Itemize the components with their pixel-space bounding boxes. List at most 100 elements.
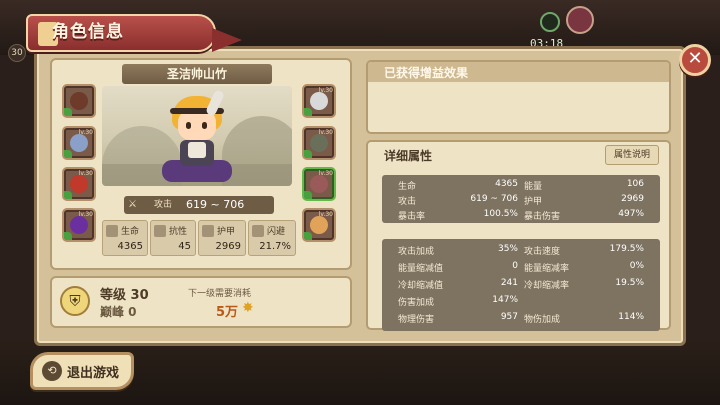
next-level-cost-label: 下一级需要消耗 bbox=[188, 289, 252, 299]
equip-rarity-marker bbox=[304, 191, 312, 199]
attribute-explain-button[interactable]: 属性说明 bbox=[605, 145, 659, 165]
attr-row: 能量缩减值 0 能量缩减率 0% bbox=[382, 260, 660, 274]
attr-value: 35% bbox=[497, 244, 518, 254]
equipment-icon bbox=[310, 134, 328, 152]
attr-value: 619 ~ 706 bbox=[470, 194, 518, 204]
attr-label: 护甲 bbox=[524, 197, 543, 207]
attr-label: 攻击 bbox=[398, 197, 417, 207]
attr-value: 4365 bbox=[495, 179, 518, 189]
exit-icon: ⟲ bbox=[42, 361, 62, 381]
attr-value: 497% bbox=[618, 209, 644, 219]
equip-slot-helmet[interactable] bbox=[62, 84, 96, 118]
equip-rarity-marker bbox=[64, 150, 72, 158]
equip-level: lv.30 bbox=[318, 211, 333, 218]
attr-row: 物理伤害 957 物伤加成 114% bbox=[382, 311, 660, 325]
equip-slot-armor[interactable]: lv.30 bbox=[62, 126, 96, 160]
equip-level: lv.30 bbox=[78, 129, 93, 136]
stat-resist: 抗性 45 bbox=[150, 220, 196, 256]
attr-label: 能量缩减率 bbox=[524, 264, 570, 274]
attr-value: 241 bbox=[500, 278, 518, 288]
exit-game-label: 退出游戏 bbox=[67, 366, 120, 381]
attributes-title: 详细属性 bbox=[384, 149, 433, 163]
attr-label: 冷却缩减率 bbox=[524, 281, 570, 291]
sword-icon: ⚔ bbox=[128, 199, 137, 210]
page-title: 角色信息 bbox=[52, 22, 124, 42]
attr-value: 147% bbox=[492, 295, 518, 305]
stat-label: 闪避 bbox=[267, 227, 286, 237]
star-icon: ✸ bbox=[242, 300, 254, 316]
attributes-advanced-block: 攻击加成 35% 攻击速度 179.5% 能量缩减值 0 能量缩减率 0% 冷却… bbox=[382, 239, 660, 331]
attr-value: 0 bbox=[512, 261, 518, 271]
hero-eye bbox=[186, 122, 191, 129]
equip-level: lv.30 bbox=[78, 211, 93, 218]
equipment-icon bbox=[310, 92, 328, 110]
dodge-icon bbox=[252, 225, 264, 237]
stat-label: 抗性 bbox=[169, 227, 188, 237]
attack-label: 攻击 bbox=[154, 200, 173, 210]
attack-value: 619 ~ 706 bbox=[186, 198, 245, 211]
equip-rarity-marker bbox=[64, 191, 72, 199]
level-panel bbox=[50, 276, 352, 328]
stat-value: 45 bbox=[178, 241, 191, 252]
equipment-icon bbox=[310, 216, 328, 234]
rank-label: 巅峰 0 bbox=[100, 305, 137, 319]
level-label: 等级 30 bbox=[100, 288, 149, 303]
hud-status-icon bbox=[540, 12, 560, 32]
stat-value: 21.7% bbox=[259, 241, 291, 252]
attr-label: 物理伤害 bbox=[398, 315, 435, 325]
stat-value: 2969 bbox=[215, 241, 241, 252]
attr-row: 攻击加成 35% 攻击速度 179.5% bbox=[382, 243, 660, 257]
attr-row: 生命 4365 能量 106 bbox=[382, 178, 660, 192]
attr-value: 957 bbox=[500, 312, 518, 322]
equip-slot-ring[interactable]: lv.30 bbox=[302, 167, 336, 201]
equip-slot-boots[interactable]: lv.30 bbox=[62, 208, 96, 242]
attr-label: 暴击伤害 bbox=[524, 212, 561, 222]
attr-value: 2969 bbox=[621, 194, 644, 204]
equipment-icon bbox=[70, 134, 88, 152]
attr-row: 伤害加成 147% bbox=[382, 294, 660, 308]
equipment-icon bbox=[70, 92, 88, 110]
equip-slot-amulet[interactable]: lv.30 bbox=[62, 167, 96, 201]
hero-shirt bbox=[188, 142, 206, 158]
equip-level: lv.30 bbox=[318, 87, 333, 94]
equip-rarity-marker bbox=[64, 232, 72, 240]
equip-rarity-marker bbox=[64, 108, 72, 116]
attr-row: 冷却缩减值 241 冷却缩减率 19.5% bbox=[382, 277, 660, 291]
resist-icon bbox=[154, 225, 166, 237]
attr-value: 106 bbox=[626, 179, 644, 189]
attr-row: 暴击率 100.5% 暴击伤害 497% bbox=[382, 208, 660, 222]
equipment-icon bbox=[70, 216, 88, 234]
equip-rarity-marker bbox=[304, 108, 312, 116]
equip-rarity-marker bbox=[304, 232, 312, 240]
attr-label: 暴击率 bbox=[398, 212, 426, 222]
equip-level: lv.30 bbox=[318, 129, 333, 136]
attr-label: 能量 bbox=[524, 182, 543, 192]
stat-value: 4365 bbox=[117, 241, 143, 252]
close-button[interactable]: ✕ bbox=[679, 44, 711, 76]
stat-label: 护甲 bbox=[217, 227, 236, 237]
heart-icon bbox=[106, 225, 118, 237]
attack-bar: ⚔ 攻击 619 ~ 706 bbox=[124, 196, 274, 214]
attributes-basic-block: 生命 4365 能量 106 攻击 619 ~ 706 护甲 2969 暴击率 … bbox=[382, 175, 660, 223]
attr-value: 0% bbox=[629, 261, 644, 271]
helmet-icon: ⛨ bbox=[60, 286, 90, 316]
next-level-cost: 5万 bbox=[216, 305, 239, 320]
attr-label: 冷却缩减值 bbox=[398, 281, 444, 291]
stat-hp: 生命 4365 bbox=[102, 220, 148, 256]
equip-slot-pet[interactable]: lv.30 bbox=[302, 84, 336, 118]
hud-boss-avatar bbox=[566, 6, 594, 34]
equip-slot-bracer[interactable]: lv.30 bbox=[302, 208, 336, 242]
attr-label: 攻击速度 bbox=[524, 247, 561, 257]
equipment-icon bbox=[310, 175, 328, 193]
character-portrait bbox=[102, 86, 292, 186]
attr-value: 179.5% bbox=[609, 244, 644, 254]
equip-rarity-marker bbox=[304, 150, 312, 158]
hud-level-badge: 30 bbox=[8, 44, 26, 62]
attr-row: 攻击 619 ~ 706 护甲 2969 bbox=[382, 193, 660, 207]
equip-level: lv.30 bbox=[78, 170, 93, 177]
attr-label: 能量缩减值 bbox=[398, 264, 444, 274]
stat-armor: 护甲 2969 bbox=[198, 220, 246, 256]
stat-dodge: 闪避 21.7% bbox=[248, 220, 296, 256]
attr-value: 100.5% bbox=[483, 209, 518, 219]
equip-slot-bow[interactable]: lv.30 bbox=[302, 126, 336, 160]
